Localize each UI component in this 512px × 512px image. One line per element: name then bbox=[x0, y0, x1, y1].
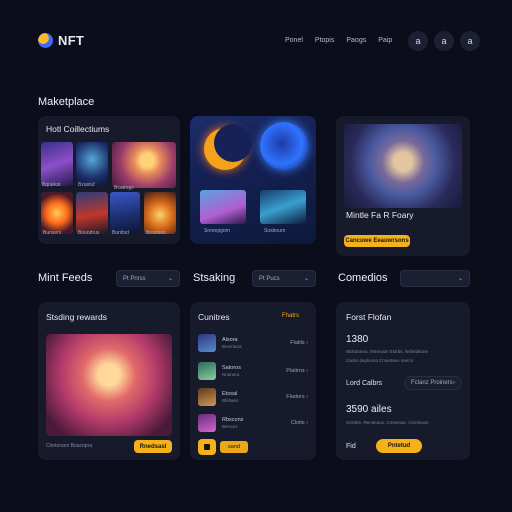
portfolio-select-value: Fclanz Proiners bbox=[411, 380, 453, 386]
comedios-select[interactable]: ⌄ bbox=[400, 270, 470, 287]
hero-image[interactable] bbox=[344, 124, 462, 208]
chevron-right-icon: › bbox=[306, 340, 308, 346]
chevron-right-icon: › bbox=[306, 394, 308, 400]
collection-label-3: Bcatrogs bbox=[114, 185, 134, 191]
hero-button[interactable]: Cancuwe Eeauwrsons bbox=[344, 235, 410, 247]
header-button-1[interactable]: a bbox=[408, 31, 428, 51]
staking-rewards-title: Stsding rewards bbox=[46, 312, 107, 322]
collection-label-2: Bzastuf bbox=[78, 182, 95, 188]
creators-title: Cunitres bbox=[198, 312, 230, 322]
creator-value: Platirns bbox=[286, 368, 305, 374]
creator-value: Fladors bbox=[286, 394, 305, 400]
staking-rewards-image[interactable] bbox=[46, 334, 172, 436]
chevron-down-icon: ⌄ bbox=[303, 276, 309, 282]
logo-icon bbox=[38, 33, 53, 48]
collection-thumb-2[interactable] bbox=[76, 142, 108, 186]
chevron-right-icon: › bbox=[306, 368, 308, 374]
staking-rewards-button[interactable]: Rnedsasl bbox=[134, 440, 172, 453]
orb-icon bbox=[260, 122, 308, 170]
list-item[interactable]: Satoros Nnanera Platirns › bbox=[198, 360, 308, 382]
creators-card: Cunitres Fhatrs Alsora Bnemtura Flatils ›… bbox=[190, 302, 316, 460]
hero-title: Mintle Fa R Foary bbox=[346, 210, 414, 220]
collection-label-6: Bunttsd bbox=[112, 230, 129, 236]
creator-name: Alsora bbox=[222, 336, 238, 343]
wallet-icon-glyph bbox=[204, 444, 210, 450]
portfolio-title: Forst Flofan bbox=[346, 312, 392, 322]
header-actions: a a a bbox=[408, 31, 480, 51]
avatar bbox=[198, 362, 216, 380]
portfolio-value-2: 3590 ailes bbox=[346, 404, 392, 415]
header-button-3[interactable]: a bbox=[460, 31, 480, 51]
wallet-icon[interactable] bbox=[198, 439, 216, 455]
portfolio-label-2: Lord Calbrs bbox=[346, 380, 383, 387]
staking-rewards-card: Stsding rewards Clortoroon Boacopra Rned… bbox=[38, 302, 180, 460]
nft-feeds-select[interactable]: Pt Pnrss ⌄ bbox=[116, 270, 180, 287]
staking-rewards-caption: Clortoroon Boacopra bbox=[46, 443, 93, 449]
portfolio-card: Forst Flofan 1380 Nbrtaranra, Mmecam Elo… bbox=[336, 302, 470, 460]
featured-label-1: Snorepgom bbox=[204, 228, 230, 234]
avatar bbox=[198, 334, 216, 352]
nft-feeds-title: Mint Feeds bbox=[38, 272, 93, 284]
staking-title: Stsaking bbox=[193, 272, 236, 284]
collection-thumb-7[interactable] bbox=[144, 192, 176, 234]
featured-thumb-2[interactable] bbox=[260, 190, 306, 224]
creator-sub: Beroors bbox=[222, 423, 238, 429]
portfolio-footer-label: Fid bbox=[346, 443, 356, 450]
creators-link[interactable]: Fhatrs bbox=[282, 313, 299, 319]
top-nav: Ponel Ptopis Paogs Paip bbox=[285, 37, 392, 44]
nft-feeds-select-value: Pt Pnrss bbox=[123, 275, 146, 282]
featured-label-2: Sosbourn bbox=[264, 228, 286, 234]
collection-label-4: Bunsers bbox=[43, 230, 62, 236]
collection-thumb-1[interactable] bbox=[41, 142, 73, 186]
creator-value: Cloits bbox=[290, 420, 305, 426]
moon-shadow bbox=[214, 124, 252, 162]
portfolio-footer-button[interactable]: Pntetud bbox=[376, 439, 422, 453]
chevron-right-icon: › bbox=[453, 380, 455, 386]
chevron-down-icon: ⌄ bbox=[167, 276, 173, 282]
portfolio-text-1: Nbrtaranra, Mmecam Elorbs, Nsfeabtone bbox=[346, 349, 429, 354]
collection-label-7: Bronfsos bbox=[146, 230, 166, 236]
portfolio-text-3: Gnnbre, Renotutos, Cmeenas, Cmetsaos bbox=[346, 420, 429, 425]
creator-name: Etosal bbox=[222, 390, 238, 397]
creator-sub: Bfeltaen bbox=[222, 397, 239, 403]
chevron-down-icon: ⌄ bbox=[457, 276, 463, 282]
hero-card: Mintle Fa R Foary Cancuwe Eeauwrsons bbox=[336, 116, 470, 256]
portfolio-select[interactable]: Fclanz Proiners › bbox=[404, 376, 462, 390]
collection-thumb-6[interactable] bbox=[110, 192, 140, 234]
staking-select[interactable]: Pt Pucs ⌄ bbox=[252, 270, 316, 287]
comedios-title: Comedios bbox=[338, 272, 388, 284]
hot-collections-card: Hotl Coillectiums Bqrarkst Bzastuf Bcatr… bbox=[38, 116, 180, 244]
marketplace-title: Maketplace bbox=[38, 96, 95, 108]
creator-value: Flatils bbox=[290, 340, 305, 346]
nav-item-4[interactable]: Paip bbox=[378, 37, 392, 44]
portfolio-text-2: Lbebs deplnosa Cmestneu mercn bbox=[346, 358, 414, 363]
creators-footer-button[interactable]: sand bbox=[220, 441, 248, 453]
portfolio-value-1: 1380 bbox=[346, 334, 369, 345]
hot-collections-title: Hotl Coillectiums bbox=[46, 124, 110, 134]
header-button-2[interactable]: a bbox=[434, 31, 454, 51]
creator-sub: Nnanera bbox=[222, 371, 240, 377]
featured-card: Snorepgom Sosbourn bbox=[190, 116, 316, 244]
avatar bbox=[198, 388, 216, 406]
list-item[interactable]: Alsora Bnemtura Flatils › bbox=[198, 332, 308, 354]
collection-thumb-4[interactable] bbox=[41, 192, 73, 234]
creator-name: Satoros bbox=[222, 364, 241, 371]
collection-thumb-5[interactable] bbox=[76, 192, 108, 234]
nav-item-1[interactable]: Ponel bbox=[285, 37, 303, 44]
chevron-right-icon: › bbox=[306, 420, 308, 426]
collection-label-5: Bouodrus bbox=[78, 230, 100, 236]
creator-sub: Bnemtura bbox=[222, 343, 242, 349]
list-item[interactable]: Etosal Bfeltaen Fladors › bbox=[198, 386, 308, 408]
avatar bbox=[198, 414, 216, 432]
featured-thumb-1[interactable] bbox=[200, 190, 246, 224]
collection-label-1: Bqrarkst bbox=[42, 182, 61, 188]
brand-logo[interactable]: NFT bbox=[38, 33, 84, 48]
collection-thumb-3[interactable] bbox=[112, 142, 176, 188]
nav-item-3[interactable]: Paogs bbox=[346, 37, 366, 44]
creator-name: Rbscons bbox=[222, 416, 244, 423]
nav-item-2[interactable]: Ptopis bbox=[315, 37, 334, 44]
brand-name: NFT bbox=[58, 33, 85, 48]
list-item[interactable]: Rbscons Beroors Cloits › bbox=[198, 412, 308, 434]
staking-select-value: Pt Pucs bbox=[259, 275, 280, 282]
